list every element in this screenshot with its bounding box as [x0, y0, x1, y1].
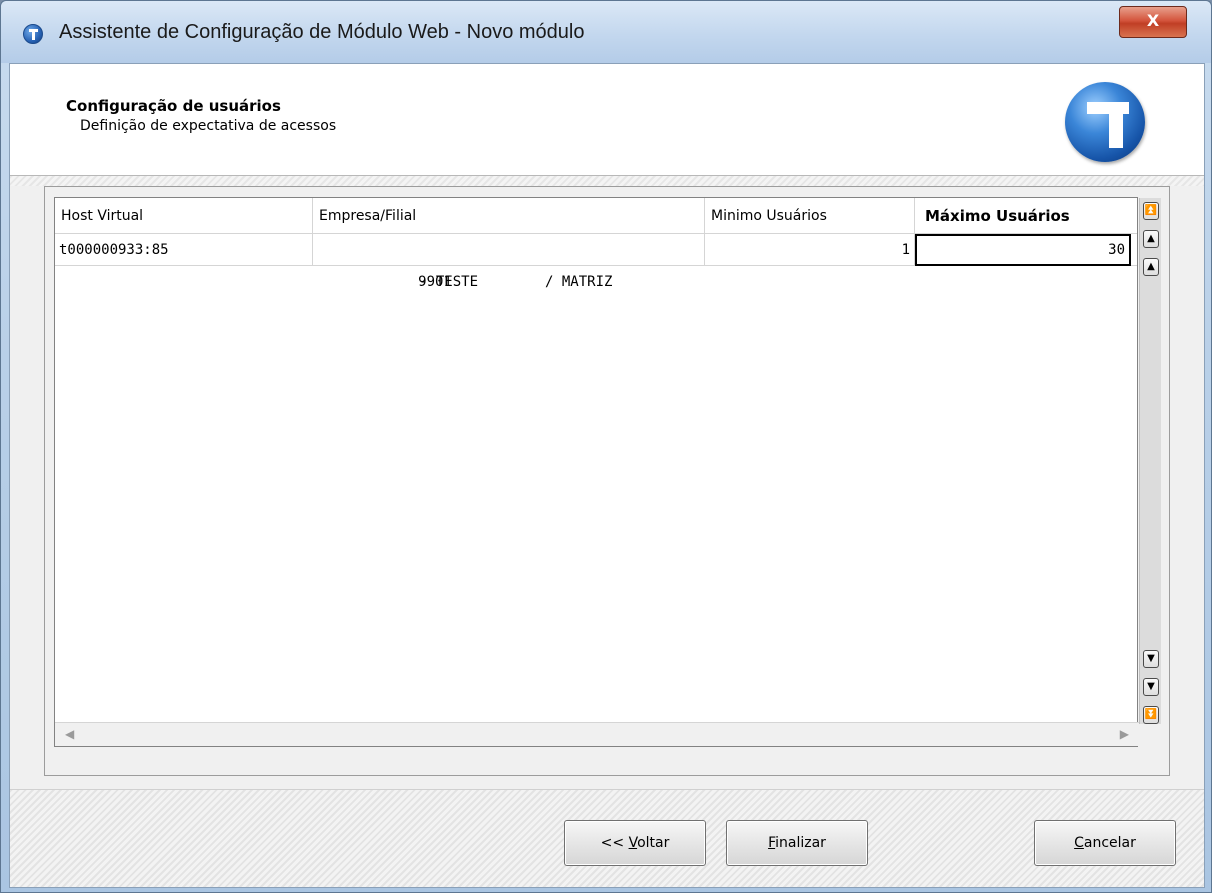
- title-bar[interactable]: Assistente de Configuração de Módulo Web…: [1, 1, 1211, 63]
- cancel-label: ancelar: [1083, 835, 1136, 851]
- header-divider: [10, 176, 1204, 186]
- back-accel: V: [628, 835, 638, 851]
- window-title: Assistente de Configuração de Módulo Web…: [59, 21, 585, 43]
- cell-host[interactable]: t000000933:85: [55, 234, 313, 266]
- cancel-accel: C: [1074, 835, 1084, 851]
- scroll-bottom-button[interactable]: ⏬: [1143, 706, 1159, 724]
- scroll-bottom-icon: ⏬: [1144, 709, 1158, 720]
- finish-button[interactable]: Finalizar: [726, 820, 868, 866]
- scroll-top-icon: ⏫: [1144, 205, 1158, 216]
- back-label: oltar: [637, 835, 670, 851]
- table-row[interactable]: t000000933:85 9901- TESTE / MATRIZ 1 30: [55, 234, 1137, 290]
- totvs-logo-icon: [1065, 82, 1145, 162]
- scroll-top-button[interactable]: ⏫: [1143, 202, 1159, 220]
- wizard-header: Configuração de usuários Definição de ex…: [10, 64, 1204, 176]
- cell-maximo-editor[interactable]: 30: [915, 234, 1131, 266]
- scroll-left-icon[interactable]: ◀: [65, 727, 74, 741]
- column-empresa-filial[interactable]: Empresa/Filial: [313, 198, 705, 234]
- wizard-window: Assistente de Configuração de Módulo Web…: [0, 0, 1212, 893]
- logo-t-stem: [1109, 102, 1123, 148]
- back-button[interactable]: << Voltar: [564, 820, 706, 866]
- scroll-page-up-button[interactable]: ▲: [1143, 230, 1159, 248]
- column-host-virtual[interactable]: Host Virtual: [55, 198, 313, 234]
- vertical-scrollbar[interactable]: ⏫ ▲ ▲ ▼ ▼ ⏬: [1139, 198, 1161, 724]
- scroll-up-button[interactable]: ▲: [1143, 258, 1159, 276]
- close-button[interactable]: X: [1119, 6, 1187, 38]
- app-logo-icon: [23, 24, 43, 44]
- finish-label: inalizar: [775, 835, 826, 851]
- scroll-down-icon: ▼: [1147, 653, 1155, 664]
- column-maximo-usuarios[interactable]: Máximo Usuários: [915, 198, 1139, 234]
- cell-minimo[interactable]: 1: [705, 234, 915, 266]
- empresa-name: - TESTE: [419, 274, 479, 290]
- cell-empresa[interactable]: 9901- TESTE / MATRIZ: [313, 234, 705, 290]
- horizontal-scrollbar[interactable]: ◀ ▶: [55, 722, 1139, 746]
- users-grid[interactable]: Host Virtual Empresa/Filial Minimo Usuár…: [54, 197, 1161, 747]
- filial-name: / MATRIZ: [545, 274, 613, 290]
- page-subtitle: Definição de expectativa de acessos: [80, 118, 337, 134]
- grid-panel: Host Virtual Empresa/Filial Minimo Usuár…: [44, 186, 1170, 776]
- scroll-page-up-icon: ▲: [1147, 233, 1155, 244]
- scroll-page-down-icon: ▼: [1147, 681, 1155, 692]
- client-area: Configuração de usuários Definição de ex…: [9, 63, 1205, 888]
- page-title: Configuração de usuários: [66, 97, 281, 115]
- back-prefix: <<: [600, 835, 629, 851]
- cancel-button[interactable]: Cancelar: [1034, 820, 1176, 866]
- scroll-down-button[interactable]: ▼: [1143, 650, 1159, 668]
- scroll-up-icon: ▲: [1147, 261, 1155, 272]
- scroll-right-icon[interactable]: ▶: [1120, 727, 1129, 741]
- grid-header: Host Virtual Empresa/Filial Minimo Usuár…: [55, 198, 1137, 234]
- column-minimo-usuarios[interactable]: Minimo Usuários: [705, 198, 915, 234]
- scroll-page-down-button[interactable]: ▼: [1143, 678, 1159, 696]
